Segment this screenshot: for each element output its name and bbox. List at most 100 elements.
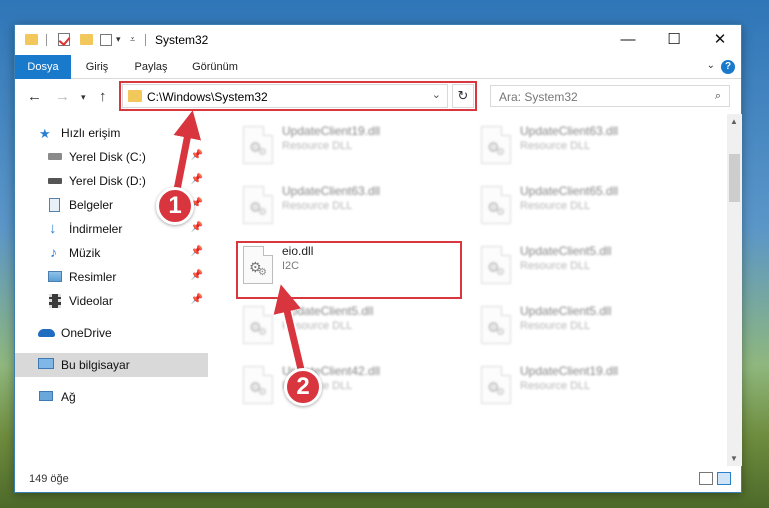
separator (46, 34, 47, 46)
star-icon: ★ (39, 126, 51, 141)
dll-file-icon: ⚙ ⚙ (243, 186, 273, 224)
sidebar-item-label: Ağ (61, 390, 76, 404)
minimize-button[interactable]: — (605, 25, 651, 55)
up-icon[interactable]: ↑ (99, 88, 107, 105)
pictures-icon (48, 271, 62, 282)
sidebar-item-label: İndirmeler (69, 222, 123, 236)
close-button[interactable]: ✕ (697, 25, 743, 55)
file-item[interactable]: ⚙ ⚙ UpdateClient63.dll Resource DLL (235, 180, 460, 234)
pin-icon[interactable]: 📌 (191, 222, 203, 233)
sidebar-item-label: Belgeler (69, 198, 114, 212)
dll-file-icon: ⚙ ⚙ (481, 126, 511, 164)
sidebar-item-quick-access[interactable]: ★ Hızlı erişim (15, 121, 208, 145)
file-name: UpdateClient19.dll (520, 364, 619, 378)
back-icon[interactable]: ← (27, 88, 42, 105)
sidebar-item-label: OneDrive (61, 326, 112, 340)
properties-check-icon[interactable] (58, 33, 70, 46)
network-icon (39, 391, 53, 401)
navigation-pane: ★ Hızlı erişim Yerel Disk (C:) 📌 Yerel D… (15, 114, 211, 466)
view-icon[interactable] (100, 34, 112, 46)
file-type: Resource DLL (282, 200, 353, 212)
step-callout-2: 2 (284, 368, 322, 406)
music-icon: ♪ (50, 244, 57, 260)
sidebar-item-label: Yerel Disk (C:) (69, 150, 146, 164)
sidebar-item-onedrive[interactable]: OneDrive (15, 321, 208, 345)
pin-icon[interactable]: 📌 (191, 246, 203, 257)
maximize-button[interactable]: ☐ (651, 25, 697, 55)
scrollbar-thumb[interactable] (729, 154, 740, 202)
recent-locations-icon[interactable]: ▾ (81, 92, 86, 103)
tab-home[interactable]: Giriş (77, 55, 117, 79)
forward-icon[interactable]: → (55, 88, 70, 105)
sidebar-item-videos[interactable]: Videolar 📌 (15, 289, 208, 313)
quick-access-dropdown-icon[interactable]: ▾ (116, 34, 121, 50)
tiles-view-icon[interactable] (717, 472, 731, 485)
dll-file-icon: ⚙ ⚙ (481, 366, 511, 404)
sidebar-item-label: Bu bilgisayar (61, 358, 130, 372)
file-highlight-box (236, 241, 462, 299)
file-type: Resource DLL (282, 140, 353, 152)
dll-file-icon: ⚙ ⚙ (243, 126, 273, 164)
sidebar-item-label: Resimler (69, 270, 117, 284)
file-item[interactable]: ⚙ ⚙ UpdateClient63.dll Resource DLL (473, 120, 698, 174)
sidebar-item-label: Yerel Disk (D:) (69, 174, 146, 188)
sidebar-item-pictures[interactable]: Resimler 📌 (15, 265, 208, 289)
help-icon[interactable]: ? (721, 60, 735, 74)
drive-icon (48, 178, 62, 184)
navigation-bar: ← → ▾ ↑ C:\Windows\System32 ⌄ ↻ Ara: Sys… (15, 80, 741, 114)
file-item[interactable]: ⚙ ⚙ UpdateClient5.dll Resource DLL (473, 300, 698, 354)
dll-file-icon: ⚙ ⚙ (243, 366, 273, 404)
file-item[interactable]: ⚙ ⚙ UpdateClient5.dll Resource DLL (235, 300, 460, 354)
file-type: Resource DLL (520, 200, 591, 212)
file-type: Resource DLL (282, 320, 353, 332)
dll-file-icon: ⚙ ⚙ (243, 306, 273, 344)
customize-toolbar-icon[interactable]: ⩡ (130, 34, 135, 50)
file-item[interactable]: ⚙ ⚙ UpdateClient65.dll Resource DLL (473, 180, 698, 234)
vertical-scrollbar[interactable]: ▲ ▼ (727, 114, 742, 466)
status-bar: 149 öğe (15, 466, 741, 492)
file-type: Resource DLL (520, 320, 591, 332)
dll-file-icon: ⚙ ⚙ (481, 246, 511, 284)
tab-view[interactable]: Görünüm (185, 55, 245, 79)
tab-file[interactable]: Dosya (15, 55, 71, 79)
search-icon[interactable]: ⌕ (715, 90, 721, 103)
videos-icon (49, 294, 61, 308)
file-item[interactable]: ⚙ ⚙ UpdateClient19.dll Resource DLL (235, 120, 460, 174)
pin-icon[interactable]: 📌 (191, 270, 203, 281)
sidebar-item-network[interactable]: Ağ (15, 385, 208, 409)
sidebar-item-label: Müzik (69, 246, 101, 260)
file-item[interactable]: ⚙⚙ UpdateClient42.dll Resource DLL (235, 360, 460, 414)
scroll-down-icon[interactable]: ▼ (730, 454, 738, 463)
step-callout-1: 1 (156, 187, 194, 225)
sidebar-item-music[interactable]: ♪ Müzik 📌 (15, 241, 208, 265)
pin-icon[interactable]: 📌 (191, 294, 203, 305)
details-view-icon[interactable] (699, 472, 713, 485)
download-icon: ↓ (49, 220, 57, 237)
file-name: UpdateClient5.dll (282, 304, 374, 318)
title-bar: ▾ ⩡ System32 — ☐ ✕ (15, 25, 741, 55)
file-name: UpdateClient65.dll (520, 184, 619, 198)
ribbon-tabs: Dosya Giriş Paylaş Görünüm ⌄ ? (15, 55, 741, 79)
pin-icon[interactable]: 📌 (191, 174, 203, 185)
window-title: System32 (155, 33, 209, 47)
file-item[interactable]: ⚙ ⚙ UpdateClient19.dll Resource DLL (473, 360, 698, 414)
sidebar-item-label: Videolar (69, 294, 113, 308)
address-highlight-box (119, 81, 477, 111)
new-folder-icon[interactable] (80, 34, 93, 45)
separator (145, 34, 146, 46)
expand-ribbon-icon[interactable]: ⌄ (707, 60, 715, 71)
sidebar-item-label: Hızlı erişim (61, 126, 121, 140)
search-input[interactable]: Ara: System32 ⌕ (490, 85, 730, 107)
sidebar-item-this-pc[interactable]: Bu bilgisayar (15, 353, 208, 377)
scroll-up-icon[interactable]: ▲ (730, 117, 738, 126)
file-name: UpdateClient5.dll (520, 304, 612, 318)
file-name: UpdateClient63.dll (520, 124, 619, 138)
dll-file-icon: ⚙ ⚙ (481, 186, 511, 224)
file-name: UpdateClient5.dll (520, 244, 612, 258)
file-type: Resource DLL (520, 380, 591, 392)
pin-icon[interactable]: 📌 (191, 150, 203, 161)
tab-share[interactable]: Paylaş (127, 55, 175, 79)
sidebar-item-drive-c[interactable]: Yerel Disk (C:) 📌 (15, 145, 208, 169)
file-item[interactable]: ⚙ ⚙ UpdateClient5.dll Resource DLL (473, 240, 698, 294)
drive-icon (48, 153, 62, 160)
